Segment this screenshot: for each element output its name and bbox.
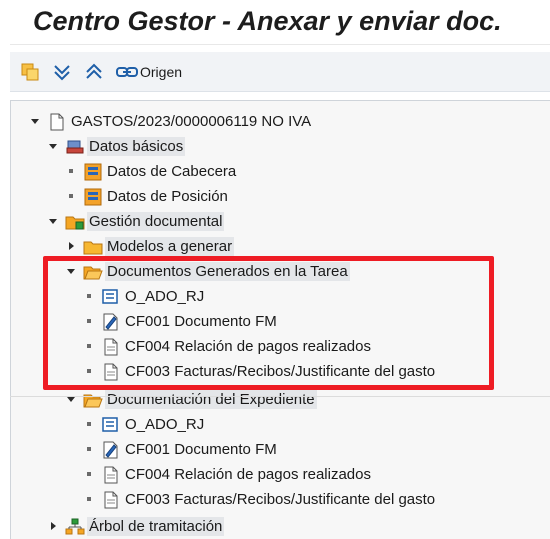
tree-node-datos-posicion[interactable]: Datos de Posición [11,184,550,209]
tree-label: CF003 Facturas/Recibos/Justificante del … [125,491,436,508]
tree-label: Gestión documental [87,212,225,231]
leaf-bullet [83,443,95,455]
tree-label: Datos de Posición [107,188,228,205]
tree-label: Modelos a generar [105,237,235,256]
link-icon [116,67,138,77]
document-tree: GASTOS/2023/0000006119 NO IVA Datos bási… [10,100,550,539]
tree-node-gestion-documental[interactable]: Gestión documental [11,209,550,234]
tree-node-gen-o-ado-rj[interactable]: O_ADO_RJ [11,284,550,309]
open-folder-icon [83,262,103,282]
leaf-bullet [65,165,77,177]
collapse-all-icon [86,63,102,79]
title-bar: Centro Gestor - Anexar y enviar doc. [0,0,550,50]
tree-label: O_ADO_RJ [125,288,205,305]
document-icon [101,465,121,485]
tree-label: Documentación del Expediente [105,390,317,409]
tree-node-modelos[interactable]: Modelos a generar [11,234,550,259]
toolbar: Origen [10,52,550,92]
leaf-bullet [83,468,95,480]
tree-node-datos-cabecera[interactable]: Datos de Cabecera [11,159,550,184]
form-template-icon [101,415,121,435]
title-separator [10,44,550,45]
leaf-bullet [83,365,95,377]
leaf-bullet [83,315,95,327]
document-icon [101,490,121,510]
tree-node-arbol-tramitacion[interactable]: Árbol de tramitación [11,514,550,539]
tree-label: Datos de Cabecera [107,163,237,180]
leaf-bullet [83,493,95,505]
form-icon [83,187,103,207]
leaf-bullet [83,418,95,430]
document-icon [101,337,121,357]
tree-node-gen-cf003[interactable]: CF003 Facturas/Recibos/Justificante del … [11,359,550,384]
expand-toggle[interactable] [65,240,77,252]
collapse-toggle[interactable] [47,140,59,152]
tree-node-exp-cf004[interactable]: CF004 Relación de pagos realizados [11,462,550,487]
collapse-toggle[interactable] [47,215,59,227]
expand-toggle[interactable] [47,520,59,532]
collapse-toggle[interactable] [65,393,77,405]
copy-button[interactable] [20,61,40,83]
copy-icon [21,63,39,81]
leaf-bullet [65,190,77,202]
folder-icon [83,237,103,257]
tree-label: Documentos Generados en la Tarea [105,262,350,281]
tree-root[interactable]: GASTOS/2023/0000006119 NO IVA [11,109,550,134]
open-folder-icon [83,390,103,410]
tree-node-documentacion-expediente[interactable]: Documentación del Expediente [11,387,550,412]
collapse-toggle[interactable] [29,115,41,127]
form-icon [83,162,103,182]
tree-node-exp-o-ado-rj[interactable]: O_ADO_RJ [11,412,550,437]
origen-label: Origen [140,64,183,80]
tree-label: CF003 Facturas/Recibos/Justificante del … [125,363,436,380]
tree-label: CF001 Documento FM [125,313,277,330]
origen-button[interactable]: Origen [116,61,182,83]
expand-all-icon [54,65,70,81]
window-title: Centro Gestor - Anexar y enviar doc. [33,6,502,36]
tree-label: CF004 Relación de pagos realizados [125,466,371,483]
form-template-icon [101,287,121,307]
tree-node-gen-cf004[interactable]: CF004 Relación de pagos realizados [11,334,550,359]
expand-all-button[interactable] [52,61,72,83]
signed-document-icon [101,312,121,332]
tree-label: CF001 Documento FM [125,441,277,458]
leaf-bullet [83,340,95,352]
tree-node-exp-cf001[interactable]: CF001 Documento FM [11,437,550,462]
tree-node-exp-cf003[interactable]: CF003 Facturas/Recibos/Justificante del … [11,487,550,512]
collapse-toggle[interactable] [65,265,77,277]
basic-data-icon [65,137,85,157]
tree-label: CF004 Relación de pagos realizados [125,338,371,355]
leaf-bullet [83,290,95,302]
document-icon [101,362,121,382]
tree-label: Datos básicos [87,137,186,156]
tree-node-datos-basicos[interactable]: Datos básicos [11,134,550,159]
hierarchy-icon [65,517,85,537]
tree-node-gen-cf001[interactable]: CF001 Documento FM [11,309,550,334]
signed-document-icon [101,440,121,460]
tree-root-label: GASTOS/2023/0000006119 NO IVA [71,113,312,130]
folder-icon [65,212,85,232]
document-icon [47,112,67,132]
tree-node-docs-generados[interactable]: Documentos Generados en la Tarea [11,259,550,284]
tree-label: Árbol de tramitación [87,517,225,536]
tree-divider [10,396,550,397]
tree-label: O_ADO_RJ [125,416,205,433]
collapse-all-button[interactable] [84,61,104,83]
